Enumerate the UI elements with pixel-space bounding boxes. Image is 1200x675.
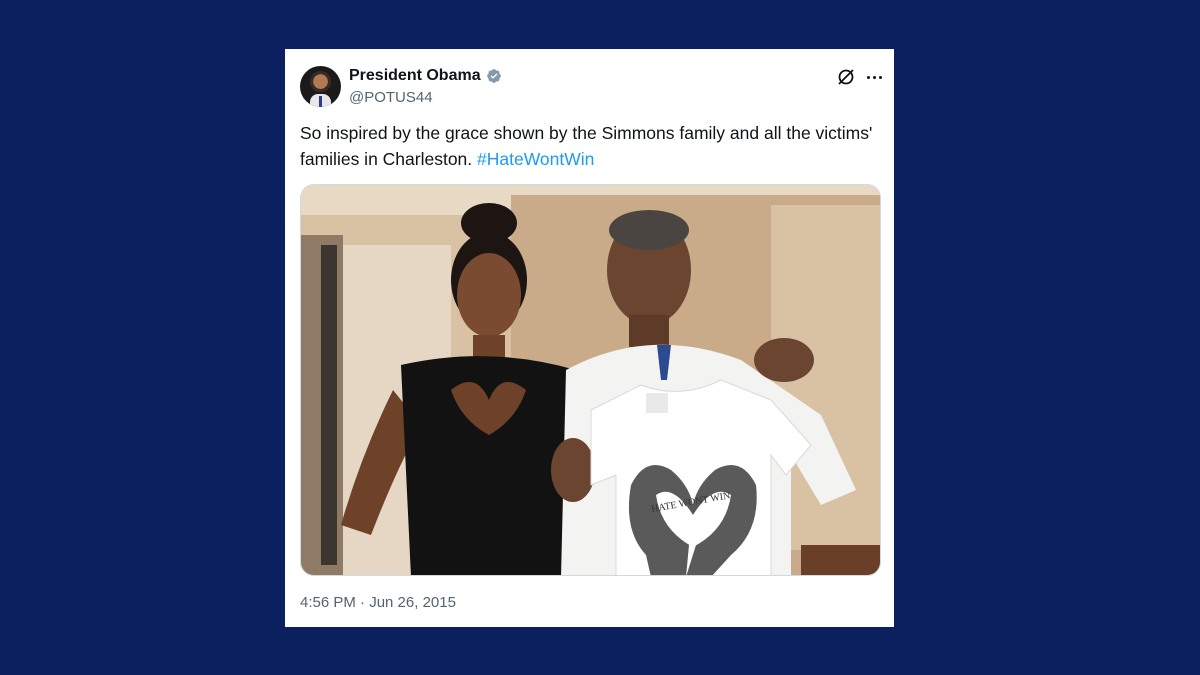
verified-badge-icon [486, 69, 501, 83]
author-handle[interactable]: @POTUS44 [349, 89, 433, 106]
tweet-timestamp[interactable]: 4:56 PM · Jun 26, 2015 [300, 594, 456, 611]
tweet-photo[interactable]: HATE WONT WIN [300, 184, 881, 576]
grok-icon[interactable] [836, 67, 856, 87]
author-name[interactable]: President Obama [349, 67, 481, 85]
author-name-row: President Obama [349, 67, 502, 85]
tweet-card: President Obama @POTUS44 So inspired by … [285, 49, 894, 627]
more-options-icon[interactable] [863, 66, 885, 88]
hashtag-link[interactable]: #HateWontWin [477, 149, 594, 169]
photo-illustration: HATE WONT WIN [301, 185, 880, 575]
tweet-text: So inspired by the grace shown by the Si… [300, 120, 880, 172]
author-avatar[interactable] [300, 66, 341, 107]
